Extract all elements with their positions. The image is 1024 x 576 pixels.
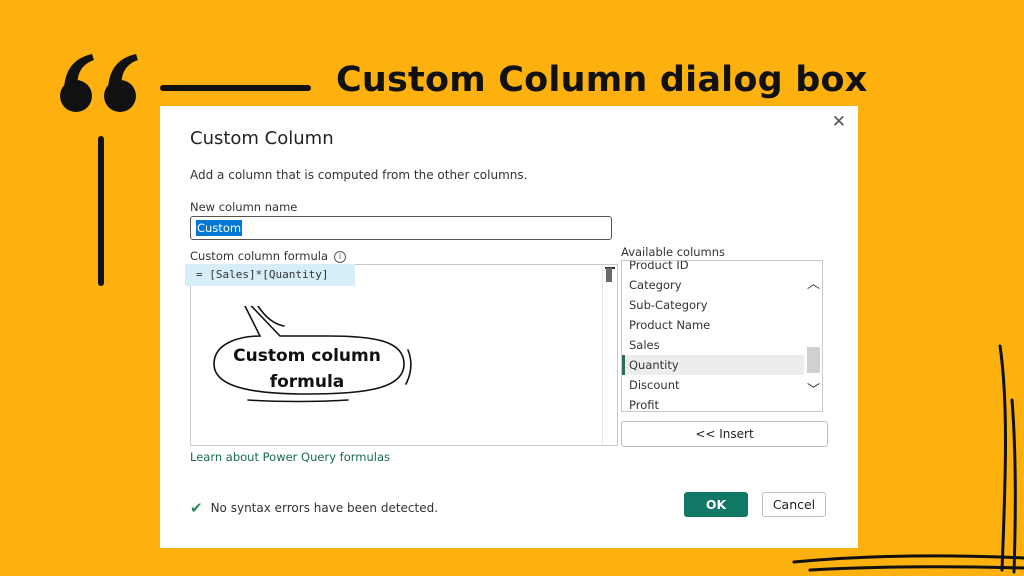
ok-button[interactable]: OK	[684, 492, 748, 517]
list-item[interactable]: Product ID	[622, 261, 804, 275]
bubble-text: Custom column formula	[212, 343, 402, 395]
dialog-title: Custom Column	[190, 128, 334, 149]
formula-text: = [Sales]*[Quantity]	[196, 268, 329, 281]
cancel-button[interactable]: Cancel	[762, 492, 826, 517]
formula-label-row: Custom column formula i	[190, 249, 347, 263]
info-icon[interactable]: i	[334, 250, 347, 263]
chevron-down-icon[interactable]: ﹀	[807, 379, 820, 398]
custom-column-dialog: ✕ Custom Column Add a column that is com…	[160, 106, 858, 548]
chevron-up-icon[interactable]: ︿	[807, 273, 820, 292]
bubble-text-line1: Custom column	[233, 346, 381, 366]
formula-scrollbar-thumb[interactable]	[606, 268, 612, 282]
list-item[interactable]: Category	[622, 275, 804, 295]
close-icon[interactable]: ✕	[832, 112, 846, 132]
formula-label: Custom column formula	[190, 249, 329, 263]
syntax-status-text: No syntax errors have been detected.	[210, 501, 439, 515]
list-item[interactable]: Sub-Category	[622, 295, 804, 315]
dialog-description: Add a column that is computed from the o…	[190, 168, 528, 182]
list-item[interactable]: Discount	[622, 375, 804, 395]
decorative-vertical-line	[98, 136, 104, 286]
list-item-selected[interactable]: Quantity	[622, 355, 804, 375]
available-columns-scrollbar[interactable]: ︿ ﹀	[805, 261, 822, 411]
list-item[interactable]: Profit	[622, 395, 804, 411]
new-column-name-value: Custom	[196, 220, 243, 236]
available-columns-list[interactable]: Product ID Category Sub-Category Product…	[621, 260, 823, 412]
decorative-horizontal-line	[160, 85, 311, 91]
list-item[interactable]: Product Name	[622, 315, 804, 335]
list-item[interactable]: Sales	[622, 335, 804, 355]
learn-power-query-link[interactable]: Learn about Power Query formulas	[190, 450, 390, 464]
new-column-name-label: New column name	[190, 200, 298, 214]
available-columns-scrollbar-thumb[interactable]	[807, 347, 820, 373]
bubble-text-line2: formula	[269, 372, 345, 392]
new-column-name-input[interactable]: Custom	[190, 216, 612, 240]
quote-mark-icon	[60, 54, 138, 112]
checkmark-icon: ✔	[190, 499, 203, 517]
insert-button[interactable]: << Insert	[621, 421, 828, 447]
page-heading: Custom Column dialog box	[336, 60, 868, 100]
syntax-status: ✔ No syntax errors have been detected.	[190, 499, 438, 517]
formula-scrollbar[interactable]	[602, 265, 617, 445]
available-columns-label: Available columns	[621, 245, 726, 259]
